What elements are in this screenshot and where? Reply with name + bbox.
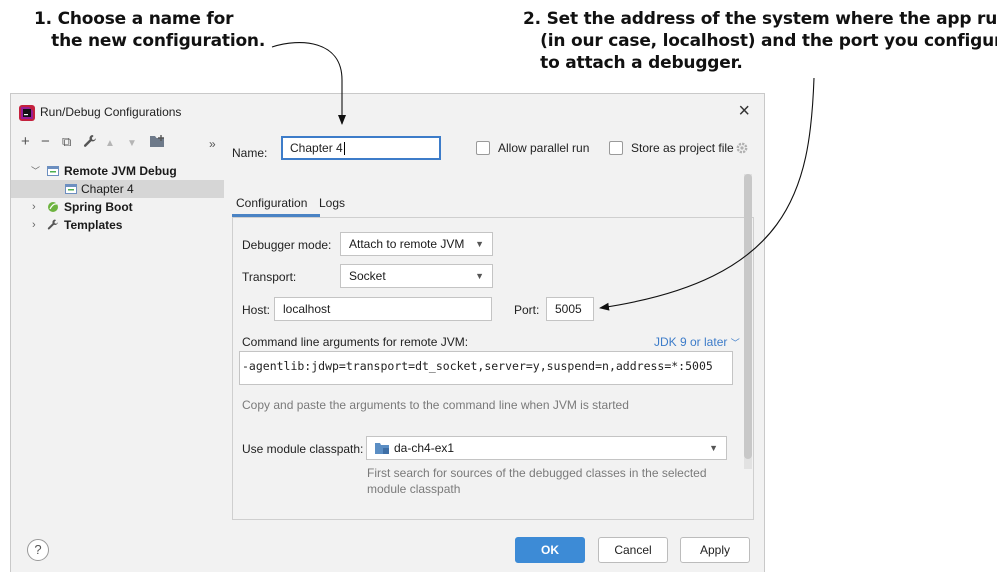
name-input[interactable]: Chapter 4 <box>281 136 441 160</box>
module-classpath-value: da-ch4-ex1 <box>394 441 455 455</box>
scrollbar[interactable] <box>744 174 752 469</box>
chevron-down-icon[interactable]: ﹀ <box>31 162 40 180</box>
tree-item-chapter-4[interactable]: Chapter 4 <box>11 180 224 198</box>
wrench-icon <box>47 219 58 230</box>
tree-item-label: Templates <box>64 218 123 232</box>
remove-configuration-button[interactable]: − <box>41 133 50 151</box>
ok-button[interactable]: OK <box>515 537 585 563</box>
close-icon[interactable]: × <box>738 100 750 123</box>
module-folder-icon <box>375 443 389 454</box>
command-line-arguments-field[interactable]: -agentlib:jdwp=transport=dt_socket,serve… <box>239 351 733 385</box>
allow-parallel-run-label: Allow parallel run <box>498 141 590 155</box>
tab-logs[interactable]: Logs <box>319 196 345 210</box>
remote-debug-icon <box>65 184 77 194</box>
port-label: Port: <box>514 303 540 317</box>
debugger-mode-label: Debugger mode: <box>242 238 332 252</box>
move-down-icon[interactable]: ▼ <box>127 135 137 153</box>
module-classpath-hint: First search for sources of the debugged… <box>367 466 707 496</box>
move-up-icon[interactable]: ▲ <box>105 135 115 153</box>
transport-select[interactable]: Socket ▼ <box>340 264 493 288</box>
annotation-step-2: 2. Set the address of the system where t… <box>523 9 997 73</box>
chevron-down-icon: ▼ <box>475 271 484 281</box>
allow-parallel-run-checkbox[interactable] <box>476 141 490 155</box>
annotation-step-1: 1. Choose a name for the new configurati… <box>34 9 266 51</box>
configuration-panel: Debugger mode: Attach to remote JVM ▼ Tr… <box>232 217 754 520</box>
debugger-mode-select[interactable]: Attach to remote JVM ▼ <box>340 232 493 256</box>
debugger-mode-value: Attach to remote JVM <box>349 237 465 251</box>
dialog-title: Run/Debug Configurations <box>40 105 182 119</box>
scrollbar-thumb[interactable] <box>744 174 752 459</box>
tab-configuration[interactable]: Configuration <box>236 196 307 210</box>
help-button[interactable]: ? <box>27 539 49 561</box>
apply-button[interactable]: Apply <box>680 537 750 563</box>
title-bar: Run/Debug Configurations × <box>11 94 764 130</box>
transport-value: Socket <box>349 269 386 283</box>
chevron-down-icon: ▼ <box>475 239 484 249</box>
run-debug-configurations-dialog: Run/Debug Configurations × + − ⧉ ▲ ▼ » ﹀… <box>10 93 765 572</box>
gear-icon[interactable] <box>735 141 749 155</box>
more-actions-icon[interactable]: » <box>209 135 216 153</box>
wrench-icon[interactable] <box>83 134 97 148</box>
copy-configuration-button[interactable]: ⧉ <box>62 133 71 151</box>
module-classpath-select[interactable]: da-ch4-ex1 ▼ <box>366 436 727 460</box>
new-folder-icon[interactable] <box>150 135 166 148</box>
tree-item-label: Chapter 4 <box>81 182 134 196</box>
name-input-value: Chapter 4 <box>290 141 343 155</box>
module-classpath-label: Use module classpath: <box>242 442 364 456</box>
name-label: Name: <box>232 146 268 160</box>
tree-item-templates[interactable]: › Templates <box>11 216 224 234</box>
command-line-arguments-label: Command line arguments for remote JVM: <box>242 335 469 349</box>
chevron-right-icon[interactable]: › <box>32 216 36 234</box>
store-as-project-file-checkbox[interactable] <box>609 141 623 155</box>
store-as-project-file-label: Store as project file <box>631 141 734 155</box>
tree-item-label: Spring Boot <box>64 200 133 214</box>
text-caret <box>343 142 345 156</box>
host-label: Host: <box>242 303 271 317</box>
jdk-version-value: JDK 9 or later <box>654 335 728 349</box>
spring-boot-icon <box>48 202 58 212</box>
tree-item-spring-boot[interactable]: › Spring Boot <box>11 198 224 216</box>
cancel-button[interactable]: Cancel <box>598 537 668 563</box>
intellij-app-icon <box>19 105 35 121</box>
tree-item-remote-jvm-debug[interactable]: ﹀ Remote JVM Debug <box>11 162 224 180</box>
add-configuration-button[interactable]: + <box>21 133 30 151</box>
port-input[interactable]: 5005 <box>546 297 594 321</box>
remote-debug-icon <box>47 166 59 176</box>
jdk-version-select[interactable]: JDK 9 or later ﹀ <box>654 335 740 349</box>
copy-hint-text: Copy and paste the arguments to the comm… <box>242 398 629 412</box>
chevron-right-icon[interactable]: › <box>32 198 36 216</box>
transport-label: Transport: <box>242 270 297 284</box>
host-input[interactable]: localhost <box>274 297 492 321</box>
chevron-down-icon: ▼ <box>709 443 718 453</box>
tree-item-label: Remote JVM Debug <box>64 164 177 178</box>
chevron-down-icon: ﹀ <box>730 338 740 348</box>
